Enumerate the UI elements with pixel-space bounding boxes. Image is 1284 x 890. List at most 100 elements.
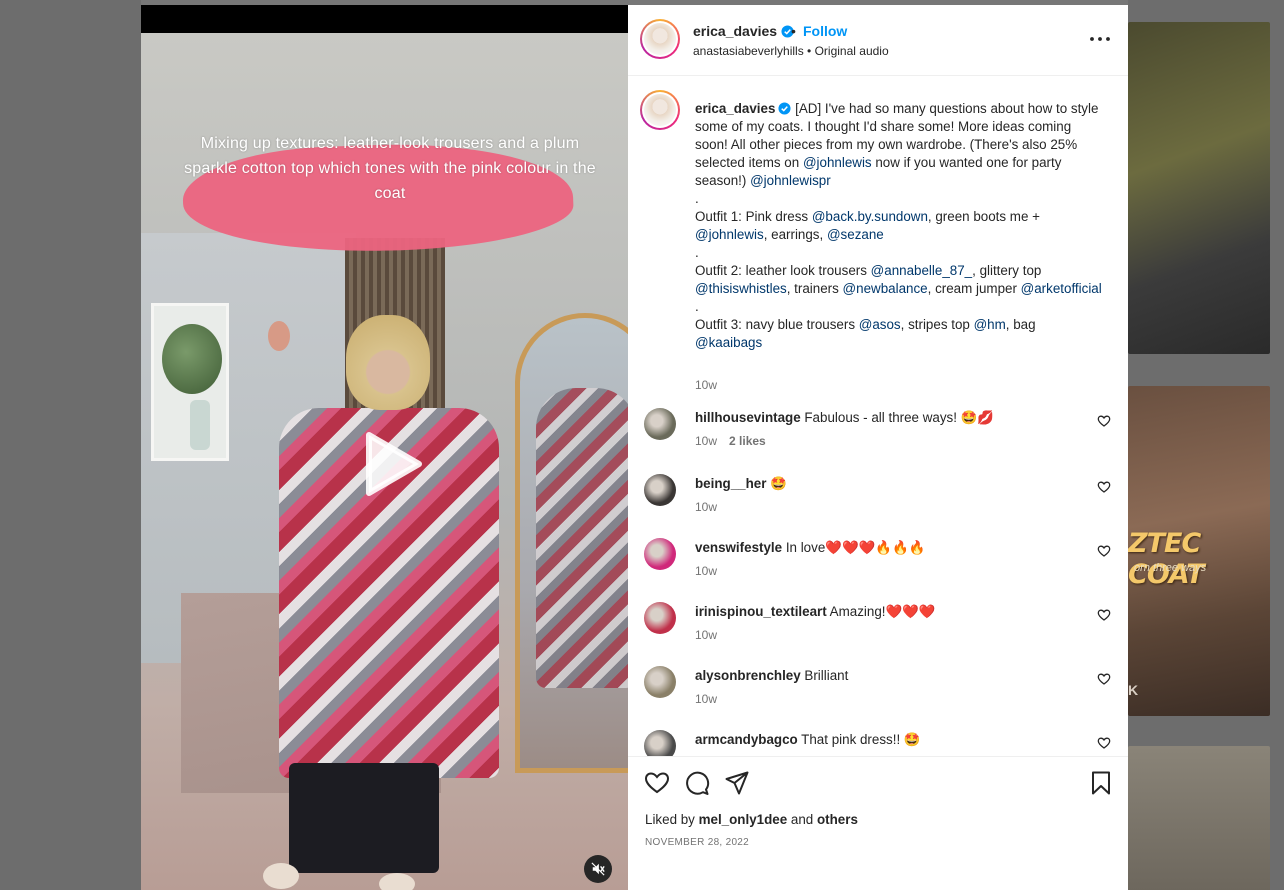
post-header: erica_davies • Follow anastasiabeverlyhi… — [628, 5, 1128, 76]
comment-item: venswifestyle In love❤️❤️❤️🔥🔥🔥 10w — [628, 536, 1128, 600]
caption-text-segment: Outfit 3: navy blue trousers — [695, 317, 859, 332]
caption-text-segment: , green boots me + — [927, 209, 1040, 224]
avatar[interactable] — [640, 90, 680, 130]
commenter-username[interactable]: alysonbrenchley — [695, 668, 801, 683]
video-player[interactable]: Mixing up textures: leather-look trouser… — [141, 5, 628, 890]
comment-icon[interactable] — [684, 770, 710, 796]
comment-line: irinispinou_textileart Amazing!❤️❤️❤️ — [695, 604, 936, 620]
audio-attribution[interactable]: anastasiabeverlyhills • Original audio — [693, 44, 889, 58]
comment-item: armcandybagco That pink dress!! 🤩 — [628, 728, 1128, 756]
caption-text-segment: Outfit 2: leather look trousers — [695, 263, 871, 278]
comment-likes[interactable]: 2 likes — [729, 434, 766, 448]
caption-text-segment: . — [695, 299, 699, 314]
caption-username[interactable]: erica_davies — [695, 101, 775, 116]
caption-text-segment: , cream jumper — [927, 281, 1021, 296]
comment-timestamp[interactable]: 10w — [695, 434, 717, 448]
author-username-text[interactable]: erica_davies — [693, 23, 777, 39]
commenter-username[interactable]: venswifestyle — [695, 540, 782, 555]
mention-link[interactable]: @sezane — [827, 227, 884, 242]
share-icon[interactable] — [724, 770, 750, 796]
liked-prefix: Liked by — [645, 812, 699, 827]
comment-line: alysonbrenchley Brilliant — [695, 668, 848, 683]
post-date[interactable]: NOVEMBER 28, 2022 — [645, 837, 749, 848]
caption-text-segment: , glittery top — [972, 263, 1042, 278]
commenter-avatar[interactable] — [644, 408, 676, 440]
mute-button[interactable] — [584, 855, 612, 883]
comment-timestamp[interactable]: 10w — [695, 500, 717, 514]
author-username[interactable]: erica_davies — [693, 23, 794, 39]
comment-meta: 10w 2 likes — [695, 434, 766, 448]
background-feed-column: ZTEC COAT orn three ways K — [1128, 0, 1284, 890]
bookmark-icon[interactable] — [1088, 770, 1114, 796]
liked-others-link[interactable]: others — [817, 812, 858, 827]
mention-link[interactable]: @johnlewis — [803, 155, 872, 170]
comment-text: Brilliant — [800, 668, 849, 683]
comment-meta: 10w — [695, 692, 717, 706]
comment-timestamp[interactable]: 10w — [695, 692, 717, 706]
mute-icon — [591, 862, 605, 876]
caption-text-segment: , earrings, — [763, 227, 827, 242]
commenter-username[interactable]: armcandybagco — [695, 732, 798, 747]
heart-icon[interactable] — [644, 770, 670, 796]
comment-heart-icon[interactable] — [1097, 672, 1111, 686]
feed-thumbnail[interactable]: ZTEC COAT orn three ways K — [1128, 386, 1270, 716]
commenter-avatar[interactable] — [644, 474, 676, 506]
caption-timestamp[interactable]: 10w — [695, 378, 717, 392]
comment-line: being__her 🤩 — [695, 476, 787, 492]
mention-link[interactable]: @johnlewis — [695, 227, 764, 242]
mention-link[interactable]: @asos — [859, 317, 901, 332]
comment-heart-icon[interactable] — [1097, 480, 1111, 494]
thumbnail-subtitle: orn three ways — [1134, 562, 1207, 574]
caption-body: [AD] I've had so many questions about ho… — [695, 101, 1102, 350]
thumbnail-title: ZTEC COAT — [1128, 528, 1205, 590]
comment-timestamp[interactable]: 10w — [695, 564, 717, 578]
comment-meta: 10w — [695, 564, 717, 578]
commenter-avatar[interactable] — [644, 602, 676, 634]
comment-meta: 10w — [695, 628, 717, 642]
mention-link[interactable]: @annabelle_87_ — [871, 263, 972, 278]
comment-line: venswifestyle In love❤️❤️❤️🔥🔥🔥 — [695, 540, 925, 556]
comment-text: That pink dress!! 🤩 — [797, 732, 921, 747]
video-shoe — [379, 873, 415, 890]
header-separator: • — [791, 23, 796, 39]
comment-heart-icon[interactable] — [1097, 608, 1111, 622]
mention-link[interactable]: @thisiswhistles — [695, 281, 787, 296]
feed-thumbnail[interactable] — [1128, 746, 1270, 890]
comment-heart-icon[interactable] — [1097, 414, 1111, 428]
post-modal: Mixing up textures: leather-look trouser… — [141, 5, 1128, 890]
more-options-icon[interactable] — [1088, 29, 1112, 49]
video-person — [346, 315, 430, 410]
commenter-avatar[interactable] — [644, 666, 676, 698]
mention-link[interactable]: @kaaibags — [695, 335, 762, 350]
commenter-username[interactable]: hillhousevintage — [695, 410, 801, 425]
comment-item: being__her 🤩 10w — [628, 472, 1128, 536]
caption-text-segment: . — [695, 191, 699, 206]
avatar[interactable] — [640, 19, 680, 59]
comment-heart-icon[interactable] — [1097, 736, 1111, 750]
video-sconce — [268, 321, 290, 351]
commenter-username[interactable]: being__her — [695, 476, 766, 491]
feed-thumbnail[interactable] — [1128, 22, 1270, 354]
commenter-username[interactable]: irinispinou_textileart — [695, 604, 827, 619]
commenter-avatar[interactable] — [644, 730, 676, 756]
follow-button[interactable]: Follow — [803, 23, 847, 39]
mention-link[interactable]: @back.by.sundown — [812, 209, 928, 224]
mention-link[interactable]: @johnlewispr — [750, 173, 831, 188]
comment-text: Fabulous - all three ways! 🤩💋 — [800, 410, 995, 425]
play-icon[interactable] — [355, 429, 425, 499]
mention-link[interactable]: @newbalance — [843, 281, 928, 296]
comment-timestamp[interactable]: 10w — [695, 628, 717, 642]
mention-link[interactable]: @arketofficial — [1021, 281, 1102, 296]
caption-text-segment: Outfit 1: Pink dress — [695, 209, 812, 224]
video-shoe — [263, 863, 299, 889]
mention-link[interactable]: @hm — [974, 317, 1006, 332]
comment-heart-icon[interactable] — [1097, 544, 1111, 558]
comment-text: 🤩 — [766, 476, 787, 491]
comment-item: hillhousevintage Fabulous - all three wa… — [628, 406, 1128, 470]
video-artwork — [151, 303, 229, 461]
liked-user-link[interactable]: mel_only1dee — [699, 812, 788, 827]
comments-feed[interactable]: erica_davies [AD] I've had so many quest… — [628, 76, 1128, 756]
comment-item: alysonbrenchley Brilliant 10w — [628, 664, 1128, 728]
caption-text-segment: , stripes top — [900, 317, 974, 332]
commenter-avatar[interactable] — [644, 538, 676, 570]
